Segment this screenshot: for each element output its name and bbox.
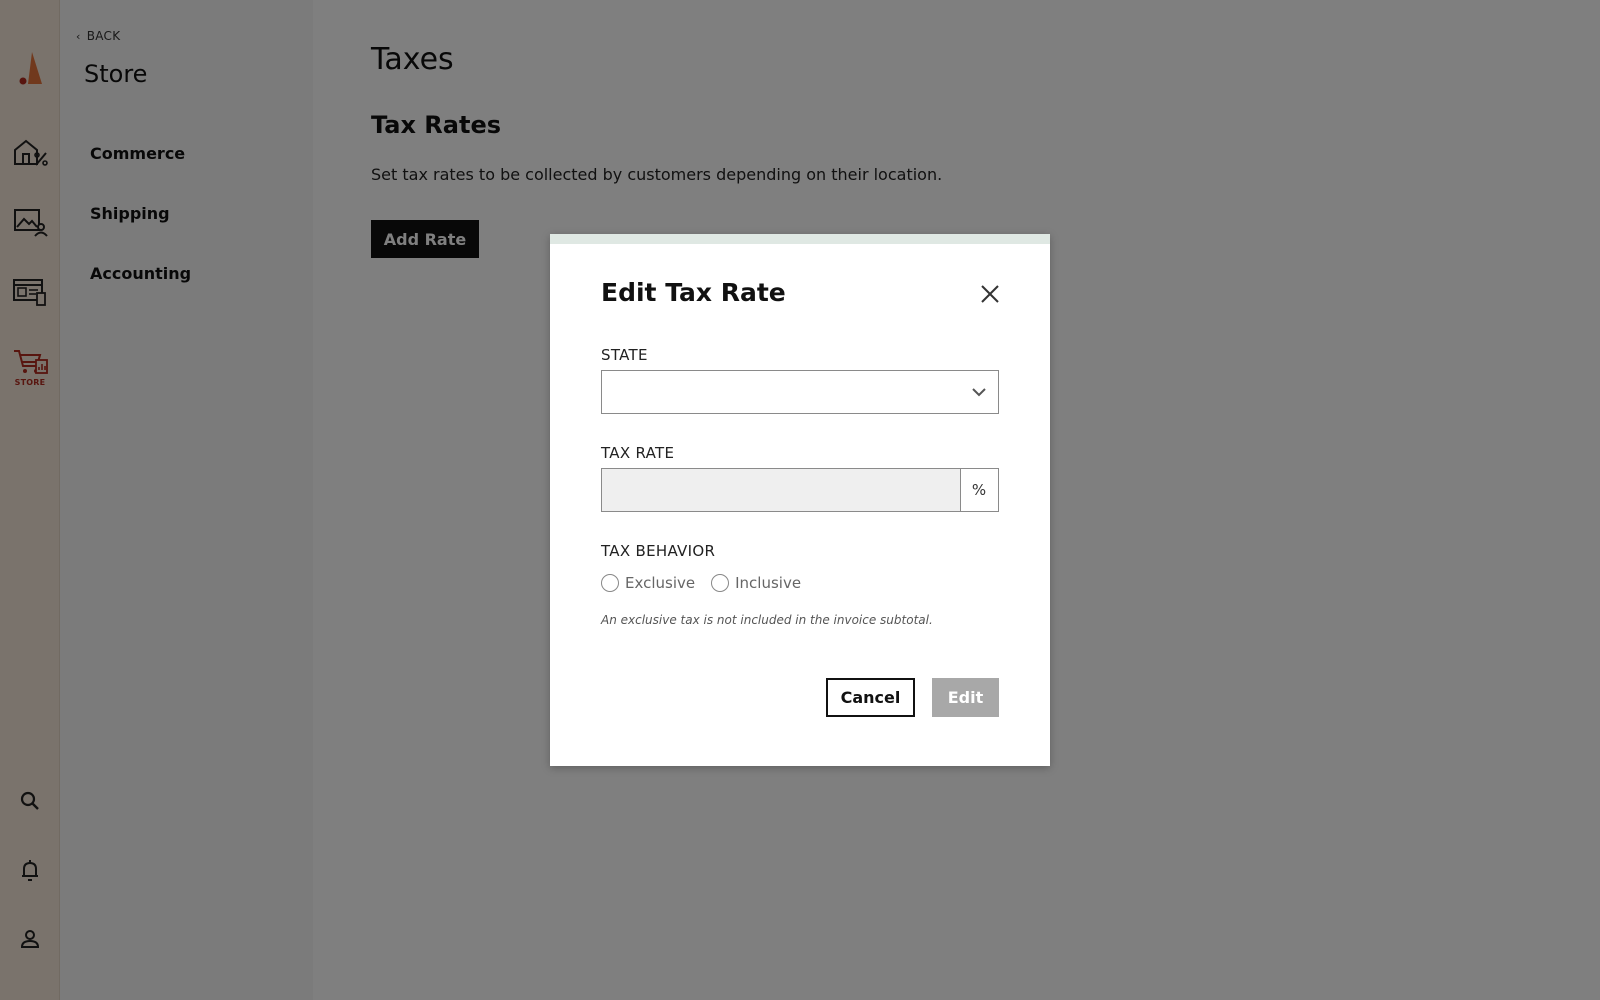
tax-rate-label: TAX RATE (601, 444, 675, 462)
dialog-title: Edit Tax Rate (601, 278, 786, 307)
inclusive-label: Inclusive (735, 574, 802, 592)
edit-button[interactable]: Edit (932, 678, 999, 717)
state-label: STATE (601, 346, 648, 364)
radio-circle-icon (601, 574, 619, 592)
inclusive-radio[interactable]: Inclusive (711, 574, 801, 592)
state-select[interactable] (601, 370, 999, 414)
tax-rate-unit: % (960, 468, 999, 512)
chevron-down-icon (972, 388, 986, 397)
tax-behavior-label: TAX BEHAVIOR (601, 542, 716, 560)
tax-rate-input[interactable] (601, 468, 961, 512)
exclusive-label: Exclusive (625, 574, 696, 592)
tax-behavior-options: Exclusive Inclusive (601, 574, 801, 592)
exclusive-radio[interactable]: Exclusive (601, 574, 695, 592)
cancel-button[interactable]: Cancel (826, 678, 915, 717)
close-icon (981, 285, 999, 303)
tax-behavior-hint: An exclusive tax is not included in the … (601, 613, 933, 627)
edit-tax-rate-dialog: Edit Tax Rate STATE TAX RATE % TAX BEHAV… (550, 234, 1050, 766)
close-button[interactable] (978, 282, 1002, 306)
radio-circle-icon (711, 574, 730, 592)
